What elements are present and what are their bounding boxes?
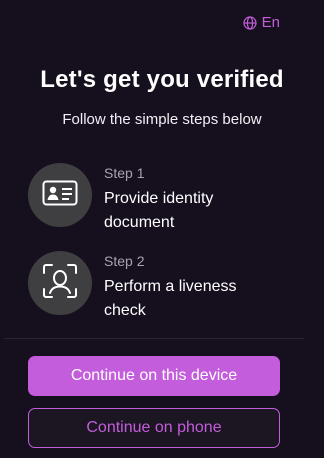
- id-card-icon-circle: [28, 163, 92, 227]
- step-2-number: Step 2: [104, 253, 145, 269]
- page-title: Let's get you verified: [40, 66, 284, 93]
- language-selector[interactable]: En: [243, 14, 280, 31]
- step-item-2: Step 2 Perform a liveness check: [28, 251, 274, 323]
- step-2-description: Perform a liveness check: [104, 278, 237, 319]
- page-subtitle: Follow the simple steps below: [62, 111, 262, 128]
- face-scan-icon: [42, 263, 78, 304]
- language-label: En: [261, 14, 280, 31]
- face-scan-icon-circle: [28, 251, 92, 315]
- step-1-number: Step 1: [104, 165, 145, 181]
- continue-on-phone-button[interactable]: Continue on phone: [28, 408, 280, 448]
- globe-icon: [243, 15, 257, 30]
- step-1-description: Provide identity document: [104, 190, 214, 231]
- step-item-1: Step 1 Provide identity document: [28, 163, 274, 235]
- divider: [4, 338, 304, 339]
- id-card-icon: [42, 180, 78, 211]
- continue-on-device-button[interactable]: Continue on this device: [28, 356, 280, 396]
